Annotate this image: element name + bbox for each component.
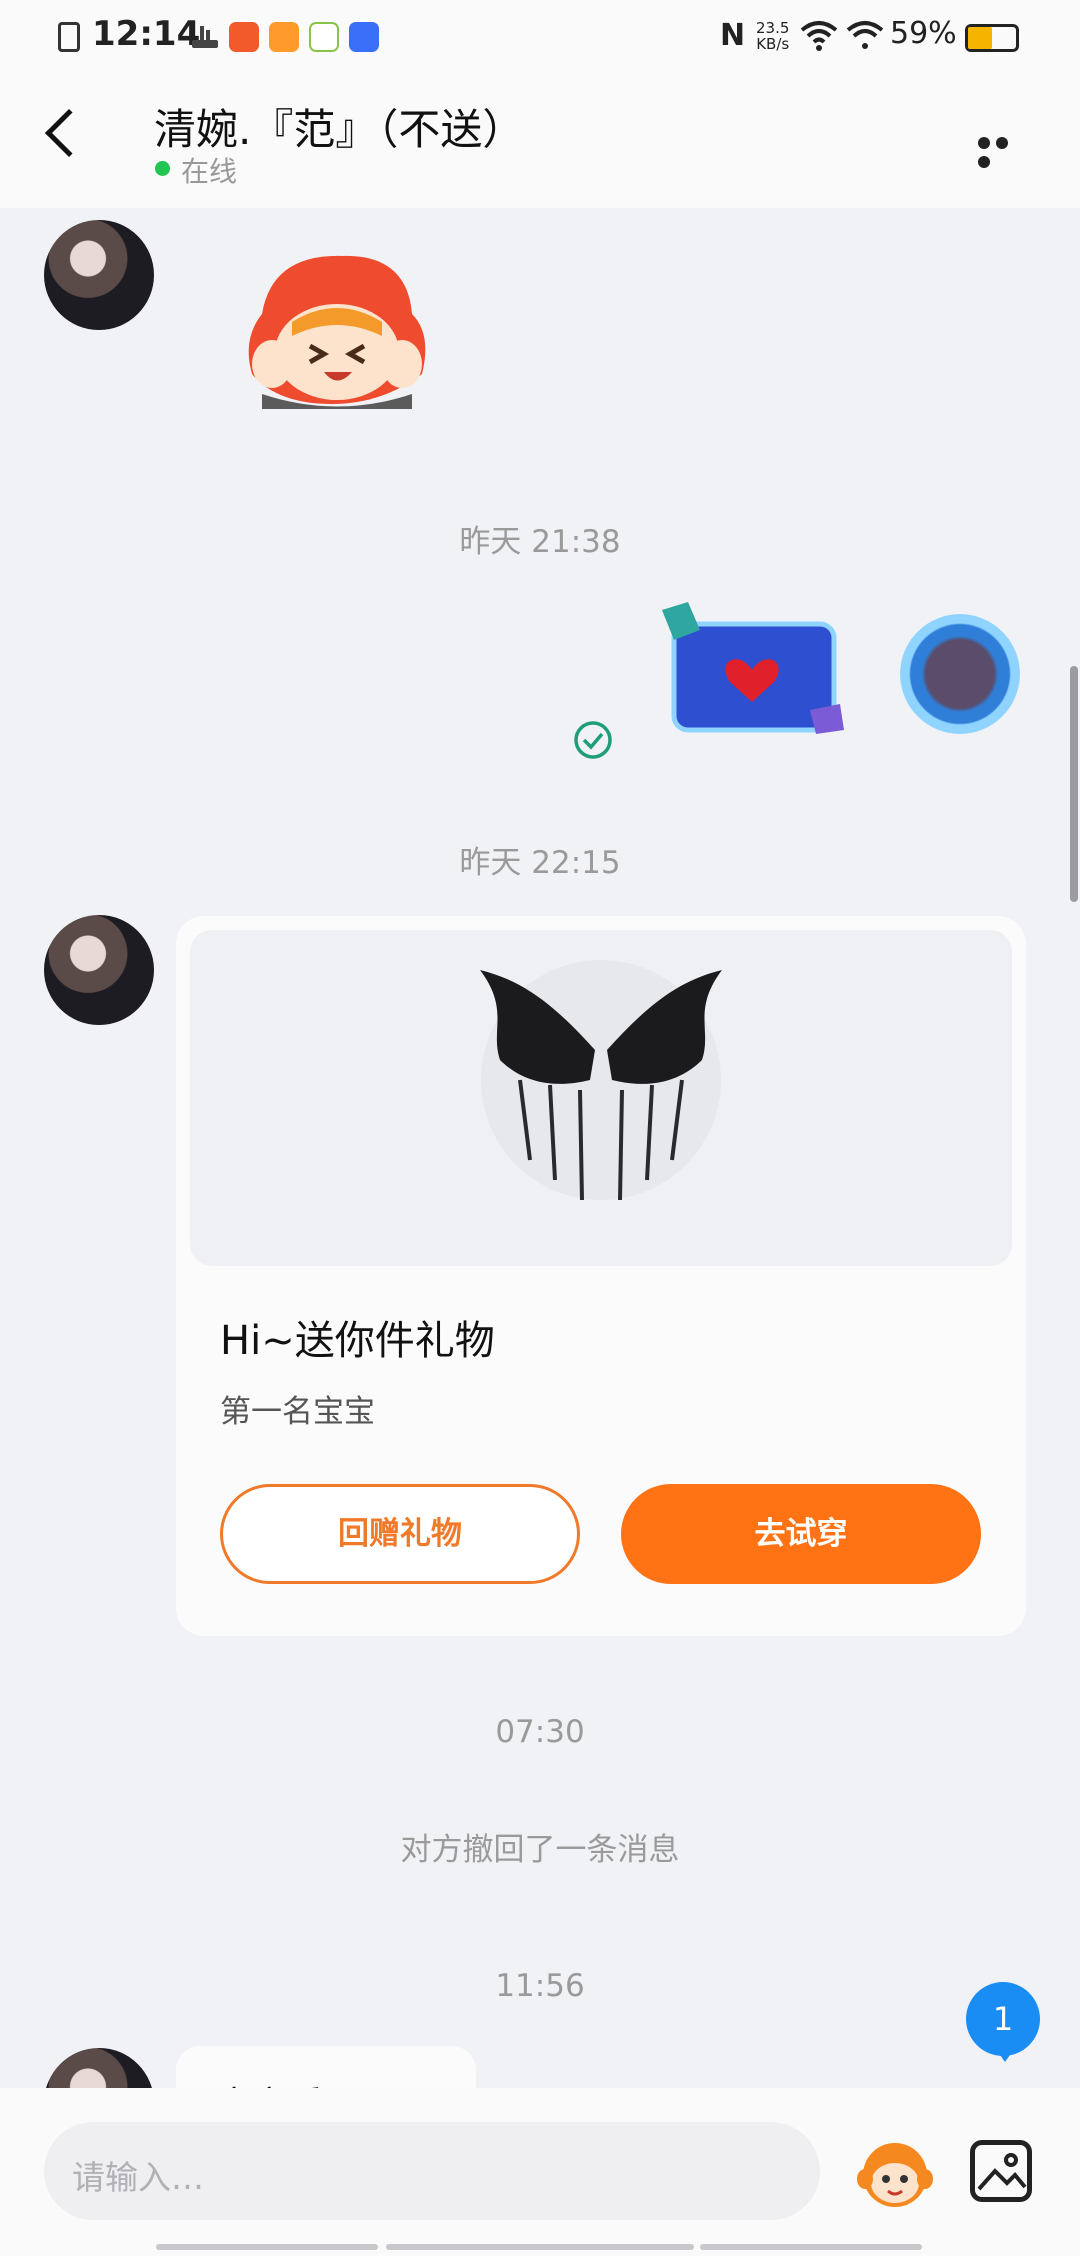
avatar-other[interactable] [44, 220, 154, 330]
nfc-icon: N [720, 18, 746, 53]
chat-title: 清婉.『范』（不送） [154, 105, 525, 154]
unread-badge[interactable]: 1 [966, 1982, 1040, 2056]
sticker-message[interactable] [232, 244, 442, 414]
heart-card-message[interactable] [660, 600, 850, 740]
return-gift-button[interactable]: 回赠礼物 [220, 1484, 580, 1584]
avatar-self[interactable] [900, 614, 1020, 734]
app-icon-1 [229, 22, 259, 52]
app-icon-4 [349, 22, 379, 52]
online-status: 在线 [181, 155, 238, 188]
wifi-icon-2 [846, 20, 884, 56]
text-message[interactable]: 水宝看一下 [176, 2046, 476, 2088]
avatar-other[interactable] [44, 915, 154, 1025]
online-indicator [155, 161, 170, 176]
gift-card-image [190, 930, 1012, 1266]
timestamp: 昨天 21:38 [459, 524, 621, 560]
avatar-other[interactable] [44, 2048, 154, 2088]
app-icon-2 [269, 22, 299, 52]
nav-bar-segment [386, 2244, 694, 2250]
sim-icon [58, 22, 80, 52]
battery-icon [965, 24, 1019, 52]
timestamp: 昨天 22:15 [459, 845, 621, 881]
try-on-button[interactable]: 去试穿 [621, 1484, 981, 1584]
more-options-icon[interactable] [978, 134, 1030, 168]
nav-bar-segment [700, 2244, 922, 2250]
wifi-icon [800, 20, 838, 56]
timestamp: 07:30 [495, 1714, 585, 1750]
read-check-icon [573, 720, 613, 764]
net-speed: 23.5 KB/s [756, 20, 789, 52]
scrollbar[interactable] [1070, 666, 1078, 902]
net-speed-unit: KB/s [756, 35, 790, 53]
battery-percent: 59% [890, 16, 957, 51]
recall-notice: 对方撤回了一条消息 [400, 1832, 680, 1868]
network-icon [190, 22, 220, 52]
app-icon-3 [309, 22, 339, 52]
partial-message-clip: 水宝看一下 [0, 2040, 1080, 2088]
input-placeholder: 请输入… [72, 2158, 204, 2197]
emoji-icon[interactable] [855, 2135, 935, 2211]
timestamp: 11:56 [495, 1968, 585, 2004]
gift-card-title: Hi~送你件礼物 [220, 1318, 495, 1364]
gift-card-subtitle: 第一名宝宝 [220, 1394, 375, 1430]
text-message-content: 水宝看一下 [176, 2046, 476, 2088]
badge-tail [995, 2048, 1015, 2062]
status-time: 12:14 [92, 14, 201, 54]
nav-bar-segment [156, 2244, 378, 2250]
net-speed-value: 23.5 [756, 19, 790, 37]
image-icon[interactable] [970, 2140, 1032, 2202]
